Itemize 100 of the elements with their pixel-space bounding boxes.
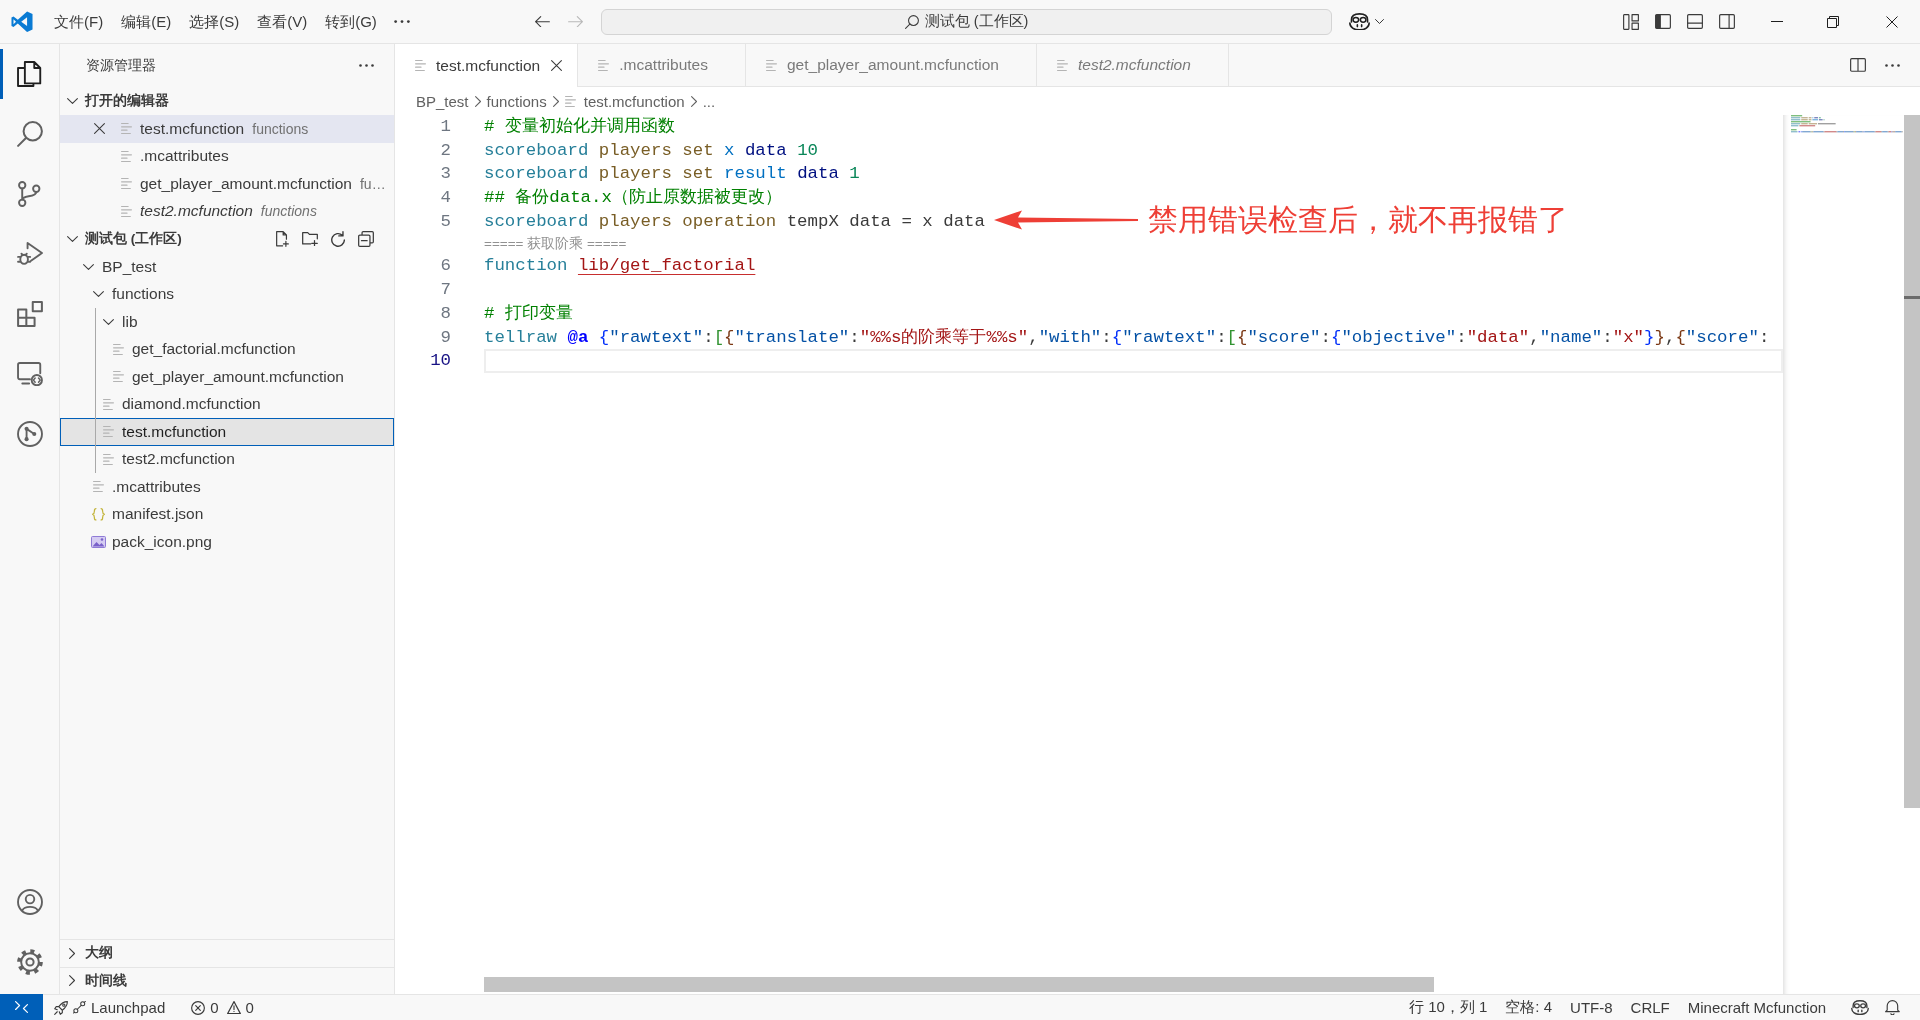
open-editor-item[interactable]: test2.mcfunction functions (60, 197, 394, 225)
code-line: scoreboard players set result data 1 (484, 163, 860, 186)
status-item[interactable]: Minecraft Mcfunction (1678, 995, 1836, 1020)
search-icon[interactable] (16, 121, 43, 147)
status-item[interactable]: CRLF (1621, 995, 1679, 1020)
file-icon (92, 481, 104, 493)
right-sidebar-toggle-icon[interactable] (1719, 14, 1735, 29)
section-header[interactable]: 大纲 (60, 939, 394, 967)
robot-face-icon[interactable] (1349, 12, 1370, 31)
menu-item[interactable]: 文件(F) (45, 8, 113, 35)
file-icon (766, 59, 777, 71)
refresh-icon[interactable] (330, 231, 345, 247)
more-icon[interactable] (393, 19, 410, 24)
file-tree-item[interactable]: diamond.mcfunction (60, 390, 394, 418)
horizontal-scrollbar-thumb[interactable] (484, 977, 1434, 992)
chevron-right-icon (474, 95, 481, 107)
status-item[interactable]: 行 10，列 1 (1400, 995, 1497, 1020)
file-icon (598, 59, 610, 71)
file-icon (112, 371, 124, 383)
file-tree-item[interactable]: test.mcfunction (60, 418, 394, 446)
file-icon (121, 150, 132, 162)
open-editor-item[interactable]: .mcattributes (60, 142, 394, 170)
section-header[interactable]: 测试包 (工作区) (60, 225, 394, 253)
section-header[interactable]: 打开的编辑器 (60, 87, 394, 115)
line-number: 1 (439, 116, 452, 138)
menu-item[interactable]: 编辑(E) (112, 8, 181, 35)
minimap-drawing[interactable] (1791, 115, 1903, 135)
breadcrumb-item[interactable]: test.mcfunction (564, 92, 685, 110)
file-icon (102, 453, 114, 465)
problems-item[interactable]: 0 0 (182, 995, 263, 1020)
line-number: 2 (439, 139, 452, 162)
menu-item[interactable]: 转到(G) (316, 8, 386, 35)
file-tree-item[interactable]: get_player_amount.mcfunction (60, 363, 394, 391)
file-icon (1056, 59, 1068, 71)
new-folder-icon[interactable] (301, 231, 318, 247)
search-icon (904, 14, 919, 29)
file-icon (102, 398, 114, 410)
breadcrumb-item[interactable]: BP_test (416, 92, 469, 110)
robot-face-icon[interactable] (1851, 999, 1870, 1016)
file-tree-item[interactable]: test2.mcfunction (60, 445, 394, 473)
collapse-all-icon[interactable] (358, 231, 374, 247)
close-icon[interactable] (93, 123, 105, 135)
line-number: 5 (439, 210, 452, 233)
more-icon[interactable] (1885, 63, 1900, 67)
file-tree-item[interactable]: get_factorial.mcfunction (60, 335, 394, 363)
file-icon (415, 60, 426, 71)
file-tree-item[interactable]: manifest.json (60, 500, 394, 528)
branch-icon[interactable] (18, 181, 41, 207)
image-icon (90, 535, 106, 548)
remote-icon (15, 1001, 28, 1013)
close-icon[interactable] (1886, 15, 1898, 28)
status-item[interactable]: UTF-8 (1561, 995, 1622, 1020)
folder-tree-item[interactable]: BP_test (60, 253, 394, 281)
code-line: ## 备份data.x（防止原数据被更改） (484, 187, 782, 210)
folder-description: functions (260, 203, 317, 220)
vertical-scrollbar-thumb[interactable] (1904, 115, 1920, 808)
split-editor-icon[interactable] (1850, 58, 1866, 72)
file-icon (121, 205, 132, 217)
editor-tab[interactable]: test.mcfunction (395, 44, 579, 87)
folder-tree-item[interactable]: lib (60, 308, 394, 336)
breadcrumb-item[interactable]: functions (486, 92, 547, 110)
status-item[interactable]: 空格: 4 (1496, 995, 1562, 1020)
file-icon (121, 123, 132, 135)
open-editor-item[interactable]: test.mcfunction functions (60, 115, 394, 143)
restore-icon[interactable] (1827, 15, 1839, 28)
line-number: 6 (439, 255, 452, 278)
blocks-icon[interactable] (16, 301, 43, 327)
sidebar-title: 资源管理器 (86, 56, 156, 75)
monitor-icon[interactable] (16, 361, 43, 387)
error-icon (191, 1000, 206, 1015)
close-icon[interactable] (550, 60, 562, 71)
more-icon[interactable] (359, 64, 374, 67)
files-icon[interactable] (17, 61, 42, 87)
layout-icon[interactable] (1623, 13, 1639, 30)
open-editor-item[interactable]: get_player_amount.mcfunction fu… (60, 170, 394, 198)
account-icon[interactable] (16, 889, 43, 915)
back-arrow-icon[interactable] (535, 15, 550, 28)
line-number: 3 (439, 163, 452, 186)
menu-item[interactable]: 选择(S) (180, 8, 249, 35)
breadcrumb-item[interactable]: ... (702, 92, 716, 110)
launchpad-item[interactable]: Launchpad (45, 995, 175, 1020)
caret-icon[interactable] (1375, 19, 1384, 24)
new-file-icon[interactable] (275, 231, 289, 247)
bell-icon[interactable] (1885, 1000, 1900, 1015)
file-tree-item[interactable]: .mcattributes (60, 473, 394, 501)
search-field[interactable]: 测试包 (工作区) (601, 8, 1332, 35)
file-tree-item[interactable]: pack_icon.png (60, 528, 394, 556)
logo-icon (11, 10, 33, 33)
play-bug-icon[interactable] (16, 242, 43, 266)
left-sidebar-toggle-icon[interactable] (1655, 14, 1671, 29)
graph-circle-icon[interactable] (16, 421, 43, 447)
rocket-icon (54, 1000, 68, 1015)
warning-icon (226, 1000, 241, 1015)
settings-icon[interactable] (16, 949, 43, 975)
braces-icon (91, 507, 105, 521)
panel-toggle-icon[interactable] (1687, 14, 1703, 29)
file-icon (121, 178, 132, 190)
folder-tree-item[interactable]: functions (60, 280, 394, 308)
cursor-marker-icon (1904, 296, 1920, 299)
menu-item[interactable]: 查看(V) (248, 8, 317, 35)
